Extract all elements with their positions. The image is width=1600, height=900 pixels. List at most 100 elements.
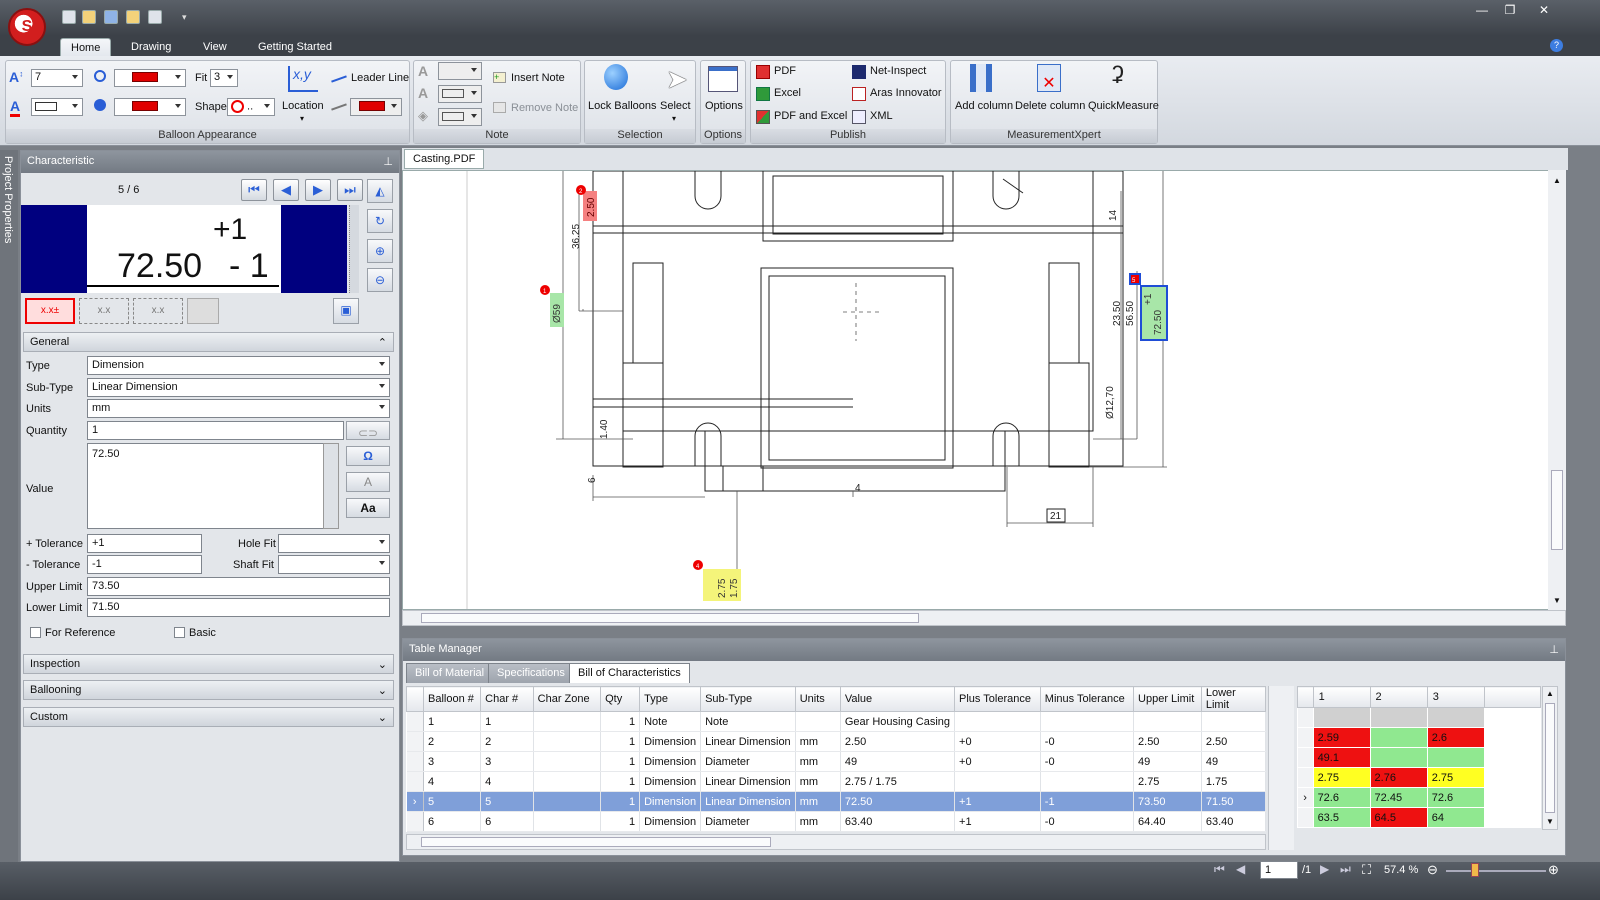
table-cell[interactable]: 2 [480, 731, 534, 752]
inspection-row-selector[interactable] [1297, 747, 1314, 768]
symbol-omega-icon[interactable]: Ω [346, 446, 390, 466]
table-cell[interactable] [954, 771, 1041, 792]
next-page-icon[interactable]: ▶ [1320, 862, 1329, 876]
table-cell[interactable]: 1.75 [1201, 771, 1267, 792]
table-cell[interactable]: 2.75 / 1.75 [840, 771, 956, 792]
table-cell[interactable]: Dimension [639, 811, 702, 832]
table-cell[interactable]: 1 [600, 711, 641, 732]
table-horizontal-scrollbar[interactable] [406, 834, 1266, 850]
table-cell[interactable]: 63.40 [1201, 811, 1267, 832]
column-header[interactable]: Sub-Type [700, 686, 796, 712]
tab-getting-started[interactable]: Getting Started [248, 38, 342, 56]
add-column-button[interactable]: Add column [955, 100, 1013, 112]
measurement-cell[interactable] [1370, 727, 1428, 748]
inspection-row-selector[interactable] [1297, 707, 1314, 728]
note-frame-combo[interactable] [438, 85, 482, 103]
escape-icon[interactable] [148, 10, 162, 24]
measurement-cell[interactable]: 72.6 [1313, 787, 1371, 808]
first-record-icon[interactable]: ⏮ [241, 179, 267, 201]
table-cell[interactable]: mm [795, 731, 841, 752]
zoom-out-icon[interactable]: ⊖ [367, 268, 393, 292]
lower-limit-input[interactable]: 71.50 [87, 598, 390, 617]
column-header[interactable]: Type [639, 686, 702, 712]
format-image-icon[interactable] [187, 298, 219, 324]
inspection-column-header[interactable]: 1 [1312, 686, 1371, 708]
tab-specifications[interactable]: Specifications [488, 663, 574, 683]
table-cell[interactable]: 63.40 [840, 811, 956, 832]
minimize-icon[interactable]: — [1468, 2, 1496, 18]
restore-icon[interactable]: ❐ [1496, 2, 1524, 18]
table-cell[interactable]: Gear Housing Casing [840, 711, 956, 732]
measurement-cell[interactable]: 2.6 [1427, 727, 1485, 748]
row-selector[interactable] [406, 811, 425, 832]
table-cell[interactable] [533, 791, 602, 812]
table-row[interactable]: › 5 5 1 Dimension Linear Dimension mm 72.50 +1 -1… [406, 791, 1267, 812]
tab-bill-of-characteristics[interactable]: Bill of Characteristics [569, 663, 690, 683]
row-selector[interactable] [406, 771, 425, 792]
column-header[interactable]: Qty [600, 686, 641, 712]
inspection-row[interactable]: › 72.6 72.45 72.6 [1297, 787, 1542, 808]
zoom-slider[interactable] [1446, 870, 1546, 872]
table-cell[interactable]: 5 [423, 791, 482, 812]
column-header[interactable]: Lower Limit [1200, 686, 1267, 712]
table-cell[interactable] [1040, 771, 1135, 792]
table-cell[interactable]: Linear Dimension [700, 791, 796, 812]
column-header[interactable]: Char # [480, 686, 534, 712]
section-custom[interactable]: Custom ⌄ [23, 707, 394, 727]
table-cell[interactable] [1201, 711, 1267, 732]
app-logo[interactable]: S [8, 8, 46, 46]
zoom-slider-thumb[interactable] [1471, 863, 1479, 877]
text-frame-combo[interactable] [31, 98, 83, 116]
table-cell[interactable] [1133, 711, 1202, 732]
net-inspect-button[interactable]: Net-Inspect [870, 65, 926, 77]
table-cell[interactable]: 49 [1133, 751, 1202, 772]
for-reference-checkbox[interactable] [30, 627, 41, 638]
table-row[interactable]: 4 4 1 Dimension Linear Dimension mm 2.75 / 1.7… [406, 771, 1267, 792]
delete-column-button[interactable]: Delete column [1015, 100, 1085, 112]
table-cell[interactable]: 1 [600, 731, 641, 752]
inspection-row-selector[interactable] [1297, 727, 1314, 748]
tab-view[interactable]: View [193, 38, 237, 56]
table-cell[interactable]: mm [795, 771, 841, 792]
table-cell[interactable]: 1 [600, 771, 641, 792]
table-manager-pin-icon[interactable]: ⊥ [1549, 643, 1559, 656]
open-folder-icon[interactable] [82, 10, 96, 24]
upper-limit-input[interactable]: 73.50 [87, 577, 390, 596]
balloon-outline-color[interactable] [114, 69, 186, 87]
table-cell[interactable]: 2.50 [1201, 731, 1267, 752]
shaft-fit-dropdown[interactable] [278, 555, 390, 574]
locate-balloon-icon[interactable]: ◭ [367, 179, 393, 203]
measurement-cell[interactable]: 2.75 [1427, 767, 1485, 788]
lock-balloons-button[interactable]: Lock Balloons [588, 100, 657, 112]
capture-icon[interactable]: ▣ [333, 298, 359, 324]
table-cell[interactable]: +0 [954, 731, 1041, 752]
measurement-cell[interactable]: 2.76 [1370, 767, 1428, 788]
basic-checkbox[interactable] [174, 627, 185, 638]
column-header[interactable]: Units [794, 686, 841, 712]
inspection-row[interactable]: 2.59 2.6 [1297, 727, 1542, 748]
table-cell[interactable]: Linear Dimension [700, 771, 796, 792]
measurement-cell[interactable]: 72.6 [1427, 787, 1485, 808]
rotate-icon[interactable]: ↻ [367, 209, 393, 233]
table-cell[interactable]: Diameter [700, 751, 796, 772]
inspection-row[interactable]: 63.5 64.5 64 [1297, 807, 1542, 828]
measurement-cell[interactable] [1427, 747, 1485, 768]
table-cell[interactable]: -1 [1040, 791, 1135, 812]
project-properties-strip[interactable]: Project Properties [0, 150, 18, 862]
section-general[interactable]: General ⌃ [23, 332, 394, 352]
zoom-out-status-icon[interactable]: ⊖ [1427, 862, 1438, 878]
table-cell[interactable]: 6 [480, 811, 534, 832]
measurement-cell[interactable]: 64 [1427, 807, 1485, 828]
value-textarea[interactable]: 72.50 [87, 443, 324, 529]
type-dropdown[interactable]: Dimension [87, 356, 390, 375]
table-cell[interactable]: Note [639, 711, 702, 732]
measurement-cell[interactable]: 2.75 [1313, 767, 1371, 788]
next-record-icon[interactable]: ▶ [305, 179, 331, 201]
table-cell[interactable]: 2 [423, 731, 482, 752]
table-cell[interactable] [533, 811, 602, 832]
table-cell[interactable]: -0 [1040, 731, 1135, 752]
close-icon[interactable]: ✕ [1530, 2, 1558, 18]
table-row[interactable]: 6 6 1 Dimension Diameter mm 63.40 +1 -0 64.40 63.4… [406, 811, 1267, 832]
aras-innovator-button[interactable]: Aras Innovator [870, 87, 942, 99]
table-cell[interactable]: Dimension [639, 731, 702, 752]
